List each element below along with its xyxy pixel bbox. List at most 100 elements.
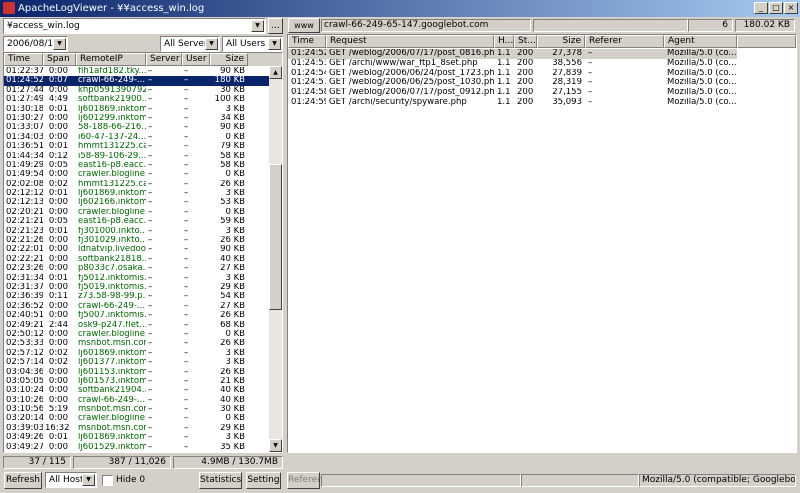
request-cell-size: 28,319 — [552, 78, 582, 88]
host-row[interactable]: 02:50:12 0:00 crawler.blogline... – –0 KB — [4, 330, 282, 339]
refresh-button[interactable]: Refresh — [4, 472, 42, 489]
maximize-button[interactable]: □ — [769, 2, 783, 14]
host-row[interactable]: 02:31:34 0:01 fj5012.inktomis... – –3 KB — [4, 274, 282, 283]
host-cell-span: 0:00 — [48, 329, 68, 339]
host-row[interactable]: 03:10:24 0:00 softbank21904... – –40 KB — [4, 386, 282, 395]
chevron-down-icon[interactable]: ▼ — [205, 38, 218, 50]
host-cell-ip: msnbot.msn.com — [78, 339, 146, 349]
hide0-checkbox[interactable] — [102, 475, 113, 486]
server-filter-combo[interactable]: All Servers ▼ — [160, 36, 220, 52]
col-referer[interactable]: Referer — [585, 35, 664, 48]
date-combo[interactable]: 2006/08/17 ▼ — [3, 36, 68, 52]
host-row[interactable]: 01:36:510:01hmmt131225.ca...––79 KB — [4, 142, 282, 151]
host-row[interactable]: 02:22:010:00ldnatvip.livedoo...––90 KB — [4, 245, 282, 254]
host-row[interactable]: 03:49:270:00lj601529.inktom...––35 KB — [4, 443, 282, 452]
col-time[interactable]: Time — [288, 35, 326, 48]
host-row[interactable]: 03:10:56 5:19 msnbot.msn.com – –30 KB — [4, 405, 282, 414]
close-button[interactable]: × — [784, 2, 798, 14]
chevron-down-icon[interactable]: ▼ — [53, 38, 66, 50]
host-row[interactable]: 02:53:33 0:00 msnbot.msn.com – –26 KB — [4, 339, 282, 348]
col-status[interactable]: St... — [514, 35, 537, 48]
host-row[interactable]: 02:57:140:02lj601377.inktom...––3 KB — [4, 358, 282, 367]
col-remoteip[interactable]: RemoteIP — [76, 53, 146, 66]
chevron-down-icon[interactable]: ▼ — [82, 474, 95, 486]
www-button[interactable]: www — [288, 18, 320, 33]
host-row[interactable]: 02:02:080:02hmmt131225.ca...––26 KB — [4, 180, 282, 189]
host-list-scrollbar[interactable]: ▲ ▼ — [269, 66, 282, 452]
host-row[interactable]: 01:27:440:00khp0591390792...––30 KB — [4, 86, 282, 95]
host-row[interactable]: 01:30:180:01lj601869.inktom...––3 KB — [4, 105, 282, 114]
request-row[interactable]: 01:24:54 GET /weblog/2006/06/24/post_1723… — [288, 69, 796, 79]
col-user[interactable]: User — [182, 53, 210, 66]
host-row[interactable]: 02:21:26 0:00 fj301029.inkto... – –26 KB — [4, 236, 282, 245]
request-cell-referer: – — [588, 88, 593, 98]
host-row[interactable]: 02:22:21 0:00 softbank21818... – –40 KB — [4, 255, 282, 264]
host-row[interactable]: 03:10:26 0:00 crawl-66-249-... – –40 KB — [4, 396, 282, 405]
host-row[interactable]: 01:27:49 4:49 softbank21900... – –100 KB — [4, 95, 282, 104]
host-row[interactable]: 02:12:130:00lj602166.inktom...––53 KB — [4, 198, 282, 207]
host-row[interactable]: 03:49:260:01lj601869.inktom...––3 KB — [4, 433, 282, 442]
host-cell-server: – — [148, 207, 153, 217]
request-row[interactable]: 01:24:57 GET /weblog/2006/06/25/post_1030… — [288, 78, 796, 88]
scroll-up-icon[interactable]: ▲ — [269, 66, 282, 79]
col-server[interactable]: Server — [146, 53, 182, 66]
host-row[interactable]: 01:33:07 0:00 58-188-66-216... – –90 KB — [4, 123, 282, 132]
host-cell-server: – — [148, 339, 153, 349]
chevron-down-icon[interactable]: ▼ — [251, 20, 264, 32]
statistics-button[interactable]: Statistics — [199, 472, 242, 489]
host-row[interactable]: 03:05:050:00lj601573.inktom...––21 KB — [4, 377, 282, 386]
request-row[interactable]: 01:24:52 GET /weblog/2006/07/17/post_0816… — [288, 49, 737, 59]
host-row[interactable]: 01:49:54 0:00 crawler.blogline... – –0 KB — [4, 170, 282, 179]
date-value: 2006/08/17 — [7, 39, 59, 49]
col-size[interactable]: Size — [210, 53, 248, 66]
user-filter-combo[interactable]: All Users ▼ — [222, 36, 283, 52]
host-row[interactable]: 03:39:03 16:32 msnbot.msn.com – –29 KB — [4, 424, 282, 433]
col-request[interactable]: Request — [326, 35, 494, 48]
request-cell-status: 200 — [517, 88, 534, 98]
host-row[interactable]: 03:04:360:00lj601153.inktom...––26 KB — [4, 368, 282, 377]
host-row[interactable]: 02:49:21 2:44 osk9-p247.flet... – –68 KB — [4, 321, 282, 330]
host-row[interactable]: 02:31:37 0:00 fj5019.inktomis... – –29 KB — [4, 283, 282, 292]
host-row[interactable]: 02:12:120:01lj601869.inktom...––3 KB — [4, 189, 282, 198]
col-span[interactable]: Span — [43, 53, 76, 66]
host-cell-size: 3 KB — [225, 273, 245, 283]
setting-button[interactable]: Setting — [246, 472, 281, 489]
host-row[interactable]: 01:24:52 0:07 crawl-66-249-... – –180 KB — [4, 76, 282, 86]
host-list[interactable]: Time Span RemoteIP Server User Size 01:2… — [3, 52, 283, 453]
request-cell-agent: Mozilla/5.0 (co... — [667, 78, 737, 88]
host-row[interactable]: 02:23:26 0:00 p8033c7.osaka... – –27 KB — [4, 264, 282, 273]
host-row[interactable]: 02:21:23 0:01 fj301000.inkto... – –3 KB — [4, 227, 282, 236]
file-path-combo[interactable]: ¥access_win.log ▼ — [3, 18, 266, 34]
col-agent[interactable]: Agent — [664, 35, 737, 48]
host-row[interactable]: 02:36:39 0:11 z73.58-98-99.p... – –54 KB — [4, 292, 282, 301]
host-row[interactable]: 01:30:270:00lj601299.inktom...––34 KB — [4, 114, 282, 123]
host-cell-user: – — [184, 76, 189, 86]
browse-button[interactable]: ... — [268, 18, 283, 34]
host-row[interactable]: 02:40:51 0:00 fj5007.inktomis... – –26 KB — [4, 311, 282, 320]
host-cell-server: – — [148, 433, 153, 443]
scroll-thumb[interactable] — [269, 164, 282, 310]
host-row[interactable]: 01:49:29 0:05 east16-p8.eacc... – –58 KB — [4, 161, 282, 170]
host-row[interactable]: 02:57:120:02lj601869.inktom...––3 KB — [4, 349, 282, 358]
request-row[interactable]: 01:24:59 GET /archi/security/spyware.php 1… — [288, 98, 796, 108]
host-row[interactable]: 03:20:14 0:00 crawler.blogline... – –0 KB — [4, 414, 282, 423]
host-row[interactable]: 01:44:34 0:12 i58-89-106-29... – –58 KB — [4, 152, 282, 161]
host-row[interactable]: 01:22:37 0:00 flh1afd182.tky... – –90 KB — [4, 67, 282, 76]
col-time[interactable]: Time — [4, 53, 43, 66]
col-http-version[interactable]: H... — [494, 35, 514, 48]
col-size[interactable]: Size — [537, 35, 585, 48]
chevron-down-icon[interactable]: ▼ — [268, 38, 281, 50]
request-row[interactable]: 01:24:58 GET /weblog/2006/07/17/post_0912… — [288, 88, 796, 98]
host-cell-span: 0:01 — [48, 226, 68, 236]
request-cell-agent: Mozilla/5.0 (co... — [667, 49, 737, 58]
minimize-button[interactable]: _ — [754, 2, 768, 14]
request-list[interactable]: Time Request H... St... Size Referer Age… — [287, 34, 797, 453]
host-row[interactable]: 02:21:21 0:05 east16-p8.eacc... – –59 KB — [4, 217, 282, 226]
scroll-down-icon[interactable]: ▼ — [269, 439, 282, 452]
request-row[interactable]: 01:24:53 GET /archi/www/war_ftp1_8set.php… — [288, 59, 796, 69]
hosts-filter-combo[interactable]: All Hosts ▼ — [45, 472, 97, 488]
host-row[interactable]: 02:20:21 0:00 crawler.blogline... – –0 KB — [4, 208, 282, 217]
host-row[interactable]: 02:36:52 0:00 crawl-66-249-... – –27 KB — [4, 302, 282, 311]
referer-button[interactable]: Referer — [287, 472, 321, 489]
host-row[interactable]: 01:34:03 0:00 i60-47-137-24... – –0 KB — [4, 133, 282, 142]
